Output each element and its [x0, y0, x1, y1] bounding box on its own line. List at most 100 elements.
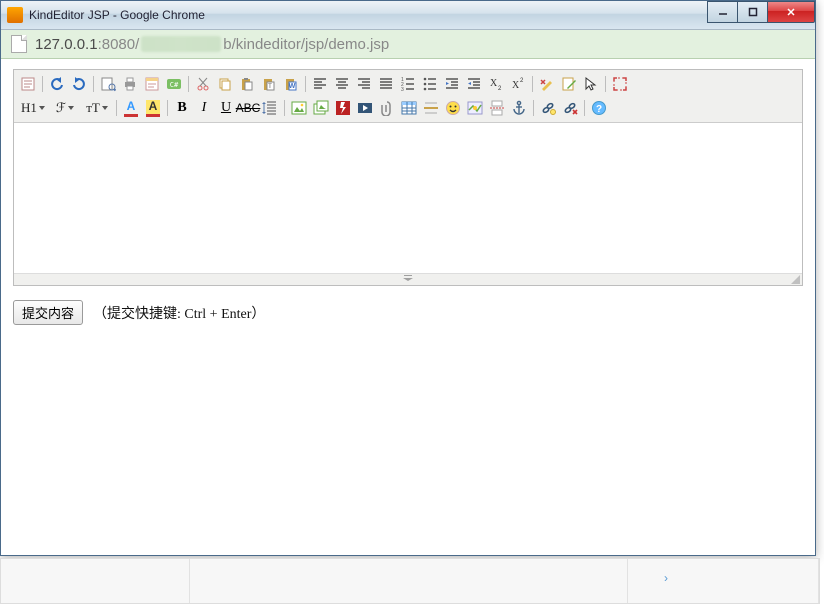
window-controls: [708, 1, 815, 21]
svg-text:X: X: [490, 78, 498, 89]
formatblock-icon[interactable]: H1: [18, 98, 48, 118]
copy-button[interactable]: [215, 74, 235, 94]
undo-icon: [49, 76, 65, 92]
cut-button[interactable]: [193, 74, 213, 94]
chevron-right-icon[interactable]: ›: [664, 571, 668, 585]
source-button[interactable]: [18, 74, 38, 94]
paste-icon: [239, 76, 255, 92]
toolbar-separator: [188, 76, 189, 92]
print-button[interactable]: [120, 74, 140, 94]
fontname-icon[interactable]: ℱ: [50, 98, 80, 118]
link-icon: [540, 100, 556, 116]
plainpaste-icon: T: [261, 76, 277, 92]
justifyright-button[interactable]: [354, 74, 374, 94]
table-icon: [401, 100, 417, 116]
underline-button[interactable]: U: [216, 98, 236, 118]
image-button[interactable]: [289, 98, 309, 118]
plainpaste-button[interactable]: T: [259, 74, 279, 94]
superscript-button[interactable]: X2: [508, 74, 528, 94]
outdent-icon: [466, 76, 482, 92]
bold-button[interactable]: B: [172, 98, 192, 118]
unlink-button[interactable]: [560, 98, 580, 118]
maximize-icon: [748, 7, 758, 17]
emoticons-button[interactable]: [443, 98, 463, 118]
lineheight-icon: [262, 100, 278, 116]
wordpaste-icon: W: [283, 76, 299, 92]
code-icon: C#: [166, 76, 182, 92]
removeformat-button[interactable]: [537, 74, 557, 94]
maximize-button[interactable]: [737, 1, 768, 23]
italic-button[interactable]: I: [194, 98, 214, 118]
preview-icon: [100, 76, 116, 92]
multiimage-button[interactable]: [311, 98, 331, 118]
redo-button[interactable]: [69, 74, 89, 94]
close-button[interactable]: [767, 1, 815, 23]
indent-button[interactable]: [442, 74, 462, 94]
template-icon: [144, 76, 160, 92]
code-button[interactable]: C#: [164, 74, 184, 94]
insertunorderedlist-icon: [422, 76, 438, 92]
toolbar-row-2: H1ℱтTAABIUABC?: [17, 96, 799, 120]
svg-text:X: X: [512, 80, 520, 91]
minimize-button[interactable]: [707, 1, 738, 23]
favicon-icon: [7, 7, 23, 23]
paste-button[interactable]: [237, 74, 257, 94]
window-title: KindEditor JSP - Google Chrome: [29, 8, 205, 22]
cut-icon: [195, 76, 211, 92]
hr-button[interactable]: [421, 98, 441, 118]
url-host: 127.0.0.1: [35, 36, 98, 53]
preview-button[interactable]: [98, 74, 118, 94]
subscript-button[interactable]: X2: [486, 74, 506, 94]
insertfile-button[interactable]: [377, 98, 397, 118]
insertorderedlist-icon: 123: [400, 76, 416, 92]
forecolor-button[interactable]: A: [121, 98, 141, 118]
table-button[interactable]: [399, 98, 419, 118]
editor-resize-handle[interactable]: [14, 273, 802, 285]
toolbar-separator: [93, 76, 94, 92]
copy-icon: [217, 76, 233, 92]
justifyleft-button[interactable]: [310, 74, 330, 94]
editor-textarea[interactable]: [14, 123, 802, 273]
undo-button[interactable]: [47, 74, 67, 94]
address-bar[interactable]: 127.0.0.1:8080/b/kindeditor/jsp/demo.jsp: [1, 30, 815, 59]
strikethrough-button[interactable]: ABC: [238, 98, 258, 118]
removeformat-icon: [539, 76, 555, 92]
fullscreen-icon: [612, 76, 628, 92]
anchor-icon: [511, 100, 527, 116]
wordpaste-button[interactable]: W: [281, 74, 301, 94]
fullscreen-button[interactable]: [610, 74, 630, 94]
anchor-button[interactable]: [509, 98, 529, 118]
hilitecolor-button[interactable]: A: [143, 98, 163, 118]
flash-icon: [335, 100, 351, 116]
devtools-pane-b: [190, 559, 628, 603]
hr-icon: [423, 100, 439, 116]
justifyright-icon: [356, 76, 372, 92]
justifyfull-button[interactable]: [376, 74, 396, 94]
insertunorderedlist-button[interactable]: [420, 74, 440, 94]
toolbar-separator: [533, 100, 534, 116]
svg-text:3: 3: [401, 87, 404, 92]
pagebreak-button[interactable]: [487, 98, 507, 118]
toolbar-separator: [284, 100, 285, 116]
svg-text:2: 2: [520, 78, 524, 84]
flash-button[interactable]: [333, 98, 353, 118]
lineheight-button[interactable]: [260, 98, 280, 118]
media-icon: [357, 100, 373, 116]
fontsize-icon[interactable]: тT: [82, 98, 112, 118]
baidumap-icon: [467, 100, 483, 116]
insertorderedlist-button[interactable]: 123: [398, 74, 418, 94]
template-button[interactable]: [142, 74, 162, 94]
selectall-button[interactable]: [581, 74, 601, 94]
indent-icon: [444, 76, 460, 92]
baidumap-button[interactable]: [465, 98, 485, 118]
link-button[interactable]: [538, 98, 558, 118]
quickformat-button[interactable]: [559, 74, 579, 94]
form-row: 提交内容 （提交快捷键: Ctrl + Enter）: [13, 300, 803, 325]
justifycenter-button[interactable]: [332, 74, 352, 94]
toolbar-separator: [532, 76, 533, 92]
submit-button[interactable]: 提交内容: [13, 300, 83, 325]
media-button[interactable]: [355, 98, 375, 118]
outdent-button[interactable]: [464, 74, 484, 94]
pagebreak-icon: [489, 100, 505, 116]
about-button[interactable]: ?: [589, 98, 609, 118]
